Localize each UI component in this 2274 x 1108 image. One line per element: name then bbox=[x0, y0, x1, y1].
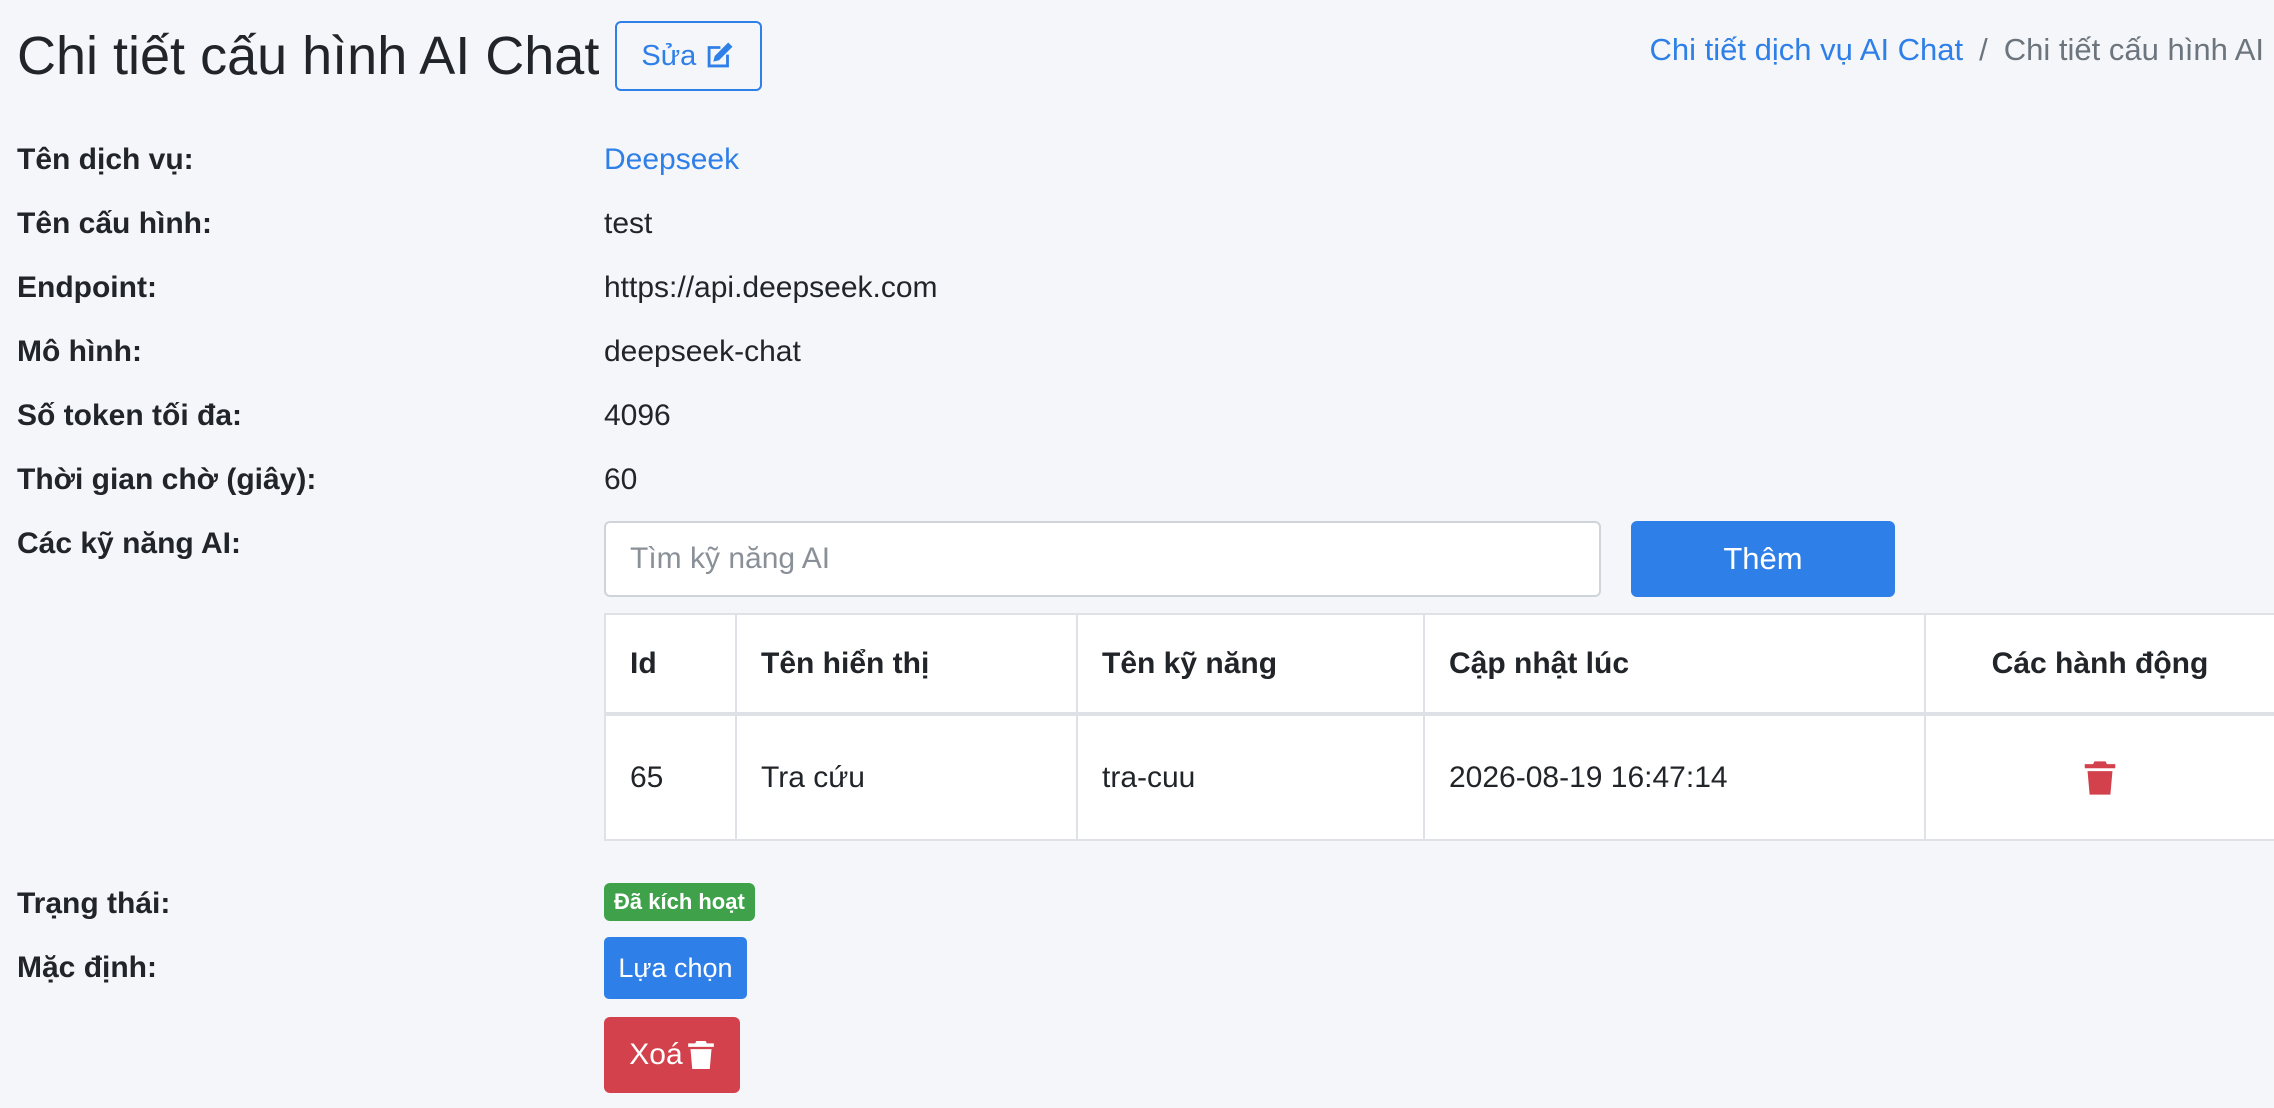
page-title: Chi tiết cấu hình AI Chat bbox=[17, 26, 600, 86]
status-label: Trạng thái: bbox=[17, 887, 171, 920]
skills-table: Id Tên hiển thị Tên kỹ năng Cập nhật lúc… bbox=[604, 613, 2274, 841]
service-name-label: Tên dịch vụ: bbox=[17, 143, 194, 176]
config-detail-page: Chi tiết cấu hình AI Chat Sửa Chi tiết d… bbox=[0, 0, 2274, 1108]
skill-search-input[interactable] bbox=[604, 521, 1601, 597]
breadcrumb-current: Chi tiết cấu hình AI bbox=[2003, 32, 2264, 67]
add-skill-button[interactable]: Thêm bbox=[1631, 521, 1895, 597]
max-tokens-value: 4096 bbox=[604, 399, 671, 432]
model-label: Mô hình: bbox=[17, 335, 142, 368]
config-name-value: test bbox=[604, 207, 653, 240]
detail-row-default: Mặc định: bbox=[17, 944, 2274, 992]
timeout-value: 60 bbox=[604, 463, 638, 496]
column-header-updated-at: Cập nhật lúc bbox=[1423, 613, 1926, 716]
breadcrumb-parent-link[interactable]: Chi tiết dịch vụ AI Chat bbox=[1650, 26, 1964, 74]
timeout-label: Thời gian chờ (giây): bbox=[17, 463, 317, 496]
breadcrumb: Chi tiết dịch vụ AI Chat / Chi tiết cấu … bbox=[1650, 26, 2264, 74]
detail-row-endpoint: Endpoint: https://api.deepseek.com bbox=[17, 264, 2274, 312]
column-header-actions: Các hành động bbox=[1924, 613, 2274, 716]
trash-icon[interactable] bbox=[2083, 760, 2117, 796]
delete-button-label: Xoá bbox=[629, 1038, 683, 1071]
cell-skill-name: tra-cuu bbox=[1076, 713, 1425, 841]
endpoint-value: https://api.deepseek.com bbox=[604, 271, 938, 304]
model-value: deepseek-chat bbox=[604, 335, 801, 368]
column-header-skill-name: Tên kỹ năng bbox=[1076, 613, 1425, 716]
column-header-id: Id bbox=[604, 613, 737, 716]
column-header-display-name: Tên hiển thị bbox=[735, 613, 1078, 716]
table-header-row: Id Tên hiển thị Tên kỹ năng Cập nhật lúc… bbox=[604, 613, 2274, 716]
trash-icon bbox=[687, 1041, 714, 1069]
cell-updated-at: 2026-08-19 16:47:14 bbox=[1423, 713, 1926, 841]
endpoint-label: Endpoint: bbox=[17, 271, 157, 304]
breadcrumb-separator: / bbox=[1979, 32, 1988, 67]
detail-row-max-tokens: Số token tối đa: 4096 bbox=[17, 392, 2274, 440]
detail-row-timeout: Thời gian chờ (giây): 60 bbox=[17, 456, 2274, 504]
detail-row-status: Trạng thái: bbox=[17, 880, 2274, 928]
max-tokens-label: Số token tối đa: bbox=[17, 399, 242, 432]
table-row: 65 Tra cứu tra-cuu 2026-08-19 16:47:14 bbox=[604, 713, 2274, 841]
status-badge: Đã kích hoạt bbox=[604, 883, 755, 921]
edit-icon bbox=[707, 42, 733, 68]
edit-button[interactable]: Sửa bbox=[615, 21, 763, 91]
service-name-link[interactable]: Deepseek bbox=[604, 136, 739, 184]
skills-label: Các kỹ năng AI: bbox=[17, 527, 241, 560]
cell-id: 65 bbox=[604, 713, 737, 841]
default-label: Mặc định: bbox=[17, 951, 157, 984]
detail-row-config-name: Tên cấu hình: test bbox=[17, 200, 2274, 248]
config-name-label: Tên cấu hình: bbox=[17, 207, 212, 240]
choose-default-button[interactable]: Lựa chọn bbox=[604, 937, 747, 999]
cell-display-name: Tra cứu bbox=[735, 713, 1078, 841]
page-header: Chi tiết cấu hình AI Chat Sửa bbox=[17, 20, 763, 92]
cell-actions bbox=[1924, 713, 2274, 841]
edit-button-label: Sửa bbox=[641, 39, 697, 72]
detail-row-service-name: Tên dịch vụ: Deepseek bbox=[17, 136, 2274, 184]
delete-button[interactable]: Xoá bbox=[604, 1017, 740, 1093]
detail-row-model: Mô hình: deepseek-chat bbox=[17, 328, 2274, 376]
